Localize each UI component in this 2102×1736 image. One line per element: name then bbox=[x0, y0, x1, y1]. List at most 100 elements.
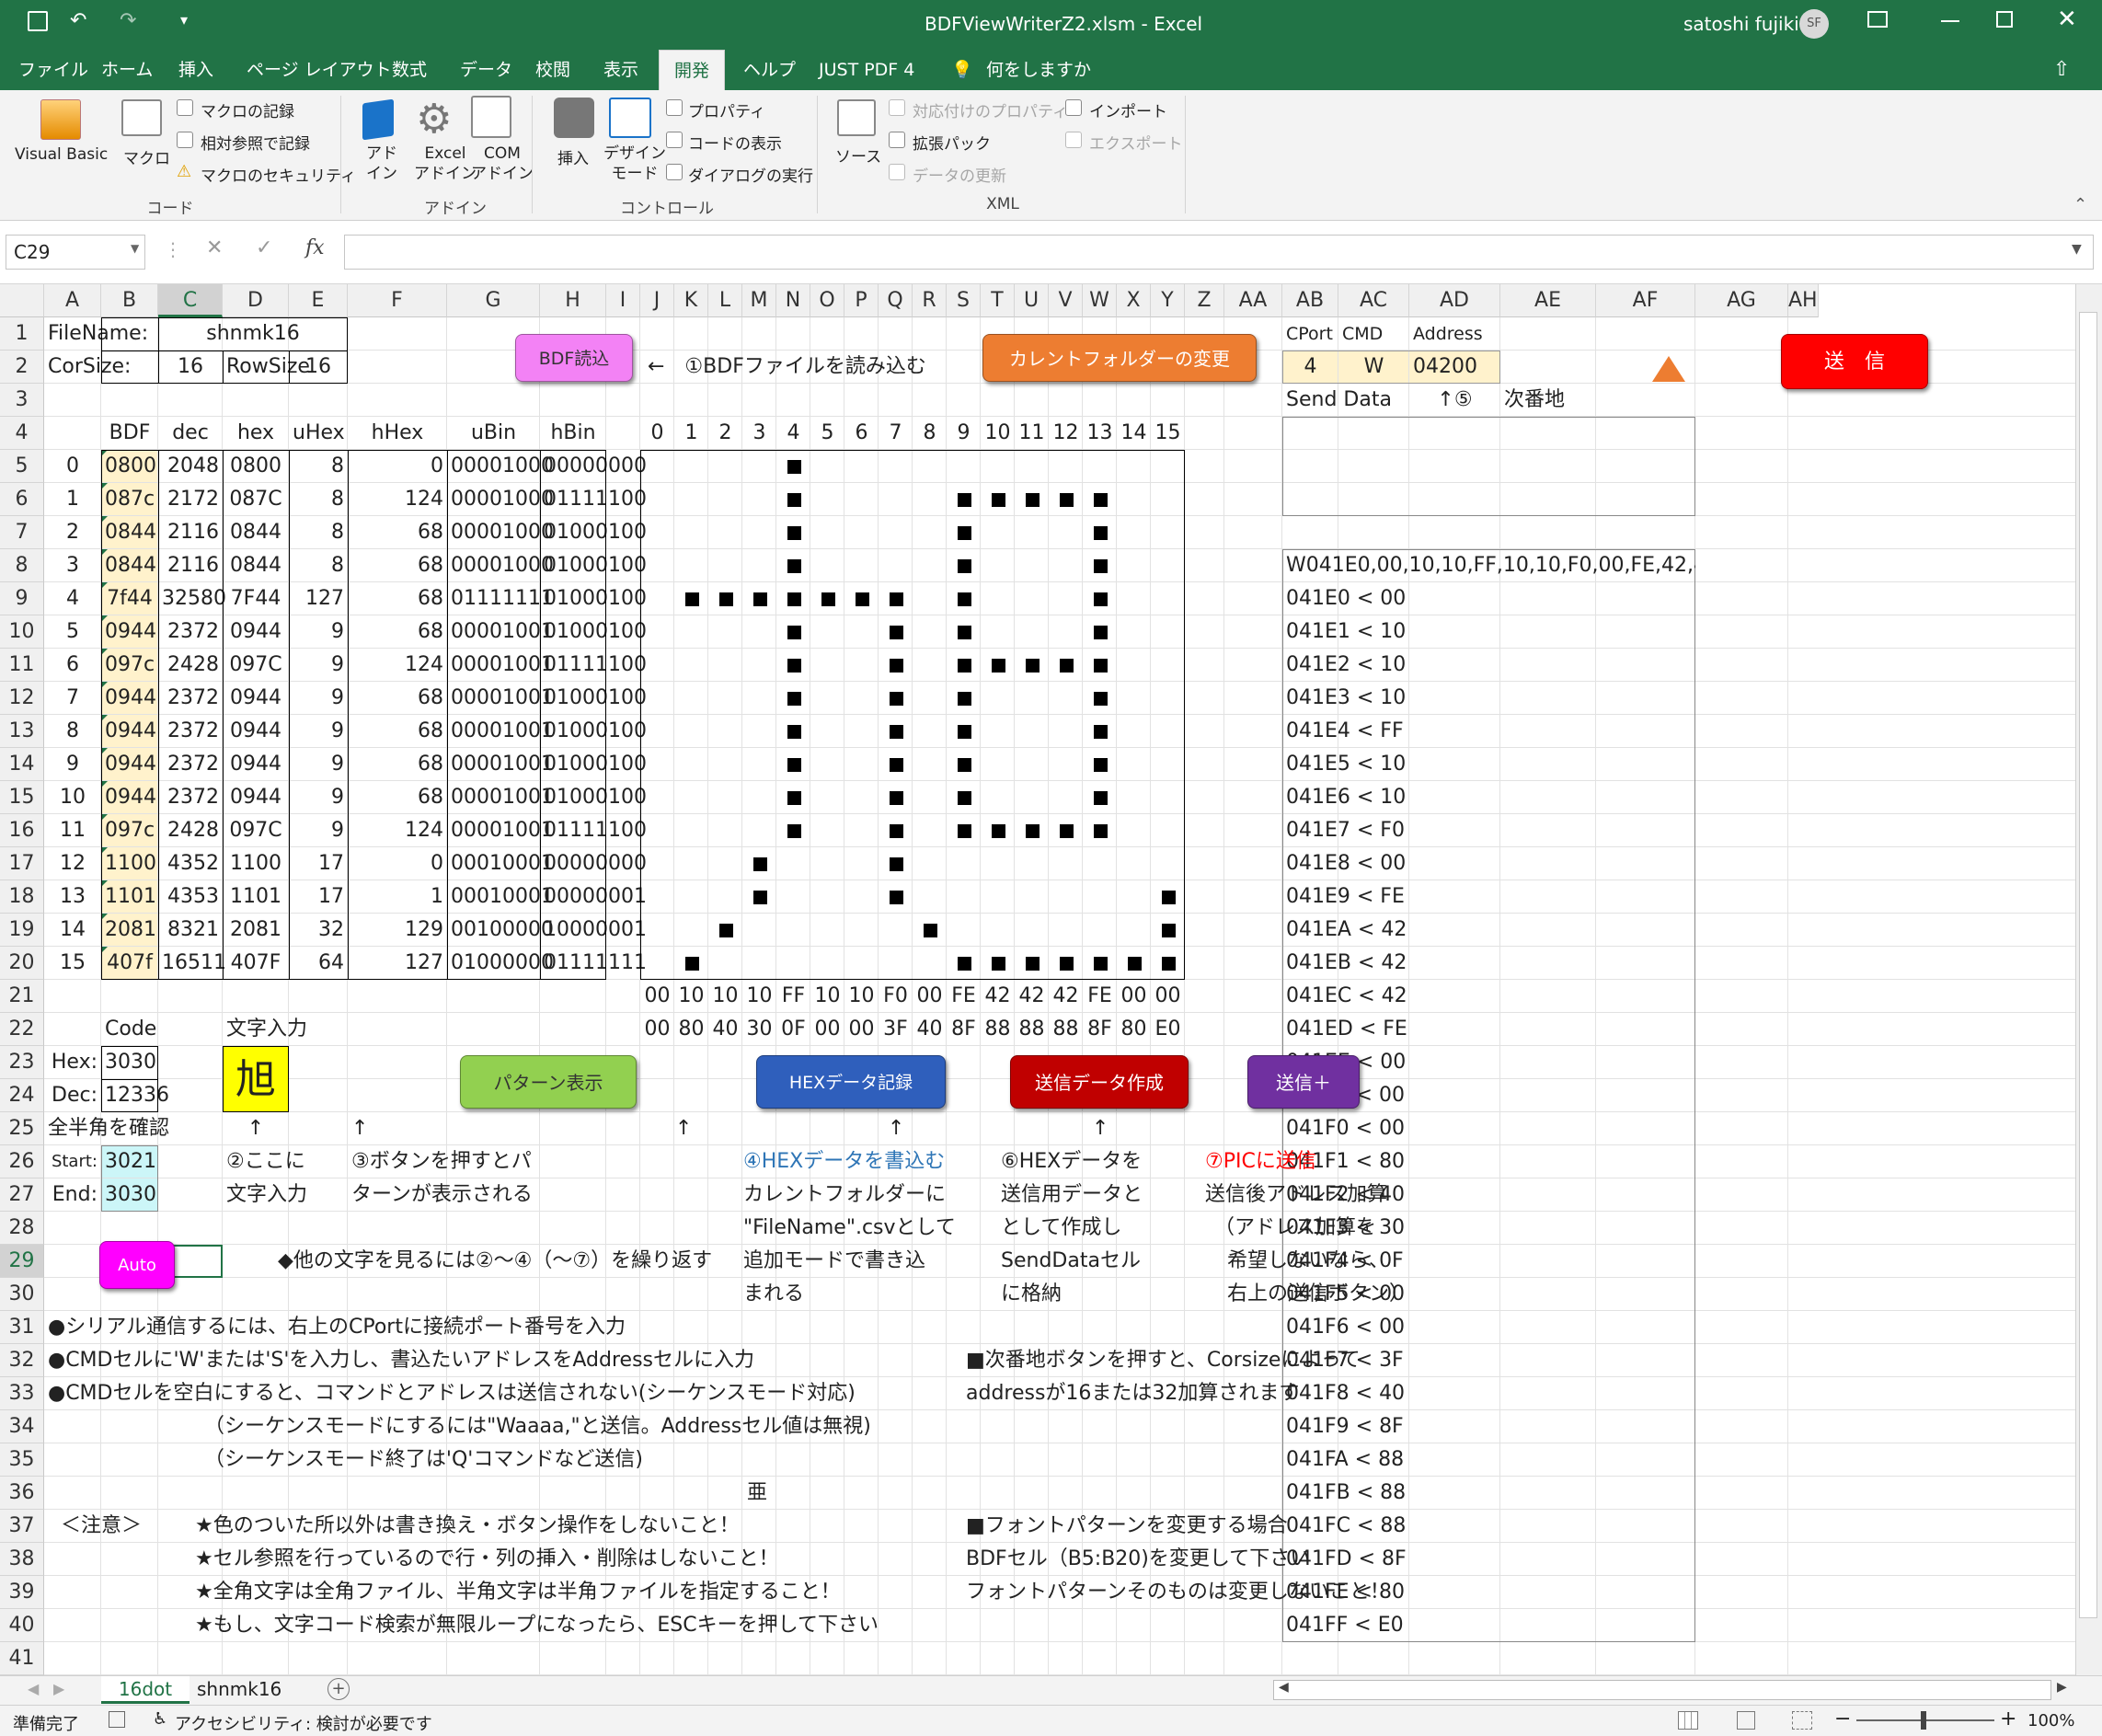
row-header[interactable]: 24 bbox=[0, 1079, 44, 1112]
column-header[interactable]: D bbox=[223, 284, 289, 317]
row-header[interactable]: 7 bbox=[0, 516, 44, 549]
row-header[interactable]: 5 bbox=[0, 450, 44, 483]
tab-help[interactable]: ヘルプ bbox=[743, 50, 796, 90]
scroll-left-icon[interactable]: ◀ bbox=[1279, 1680, 1289, 1695]
add-sheet-icon[interactable]: + bbox=[327, 1678, 350, 1700]
addin-button[interactable]: アド イン bbox=[366, 144, 397, 184]
scroll-right-icon[interactable]: ▶ bbox=[2057, 1680, 2067, 1695]
select-all-corner[interactable] bbox=[0, 284, 44, 317]
row-header[interactable]: 26 bbox=[0, 1145, 44, 1178]
hex-record-button[interactable]: HEXデータ記録 bbox=[756, 1055, 946, 1109]
com-addin-button[interactable]: COM アドイン bbox=[471, 144, 534, 184]
column-header[interactable]: AC bbox=[1338, 284, 1409, 317]
row-header[interactable]: 10 bbox=[0, 615, 44, 649]
row-header[interactable]: 15 bbox=[0, 781, 44, 814]
show-pattern-button[interactable]: パターン表示 bbox=[460, 1055, 637, 1109]
page-break-view-icon[interactable] bbox=[1792, 1711, 1812, 1730]
insert-control-button[interactable]: 挿入 bbox=[557, 145, 589, 168]
row-header[interactable]: 36 bbox=[0, 1477, 44, 1510]
row-header[interactable]: 9 bbox=[0, 582, 44, 615]
maximize-icon[interactable] bbox=[1996, 11, 2013, 28]
name-box[interactable]: C29 bbox=[6, 235, 145, 270]
row-header[interactable]: 19 bbox=[0, 914, 44, 947]
status-accessibility[interactable]: アクセシビリティ: 検討が必要です bbox=[175, 1711, 432, 1735]
row-header[interactable]: 14 bbox=[0, 748, 44, 781]
tab-home[interactable]: ホーム bbox=[101, 50, 153, 90]
row-header[interactable]: 40 bbox=[0, 1609, 44, 1642]
row-header[interactable]: 6 bbox=[0, 483, 44, 516]
redo-icon[interactable]: ↷ bbox=[120, 9, 136, 32]
tab-formulas[interactable]: 数式 bbox=[392, 50, 427, 90]
row-header[interactable]: 37 bbox=[0, 1510, 44, 1543]
column-header[interactable]: Z bbox=[1185, 284, 1224, 317]
tab-file[interactable]: ファイル bbox=[18, 50, 88, 90]
bdf-load-button[interactable]: BDF読込 bbox=[515, 334, 633, 382]
zoom-level[interactable]: 100% bbox=[2027, 1711, 2074, 1730]
column-header[interactable]: AA bbox=[1224, 284, 1282, 317]
import-button[interactable]: インポート bbox=[1089, 98, 1167, 121]
page-layout-view-icon[interactable] bbox=[1737, 1711, 1755, 1730]
column-header[interactable]: C bbox=[158, 284, 223, 317]
name-box-dropdown-icon[interactable]: ▼ bbox=[131, 242, 139, 255]
column-header[interactable]: AG bbox=[1695, 284, 1788, 317]
row-header[interactable]: 31 bbox=[0, 1311, 44, 1344]
column-header[interactable]: N bbox=[776, 284, 810, 317]
row-header[interactable]: 30 bbox=[0, 1278, 44, 1311]
insert-function-icon[interactable]: fx bbox=[305, 236, 325, 259]
cancel-icon[interactable]: ✕ bbox=[206, 236, 223, 259]
ribbon-display-icon[interactable] bbox=[1867, 11, 1888, 28]
close-icon[interactable]: ✕ bbox=[2057, 6, 2077, 33]
column-header[interactable]: K bbox=[674, 284, 708, 317]
row-header[interactable]: 41 bbox=[0, 1642, 44, 1675]
tab-page-layout[interactable]: ページ レイアウト bbox=[247, 50, 392, 90]
undo-icon[interactable]: ↶ bbox=[70, 9, 86, 32]
column-header[interactable]: AH bbox=[1788, 284, 1819, 317]
char-input-cell[interactable]: 旭 bbox=[223, 1046, 289, 1112]
row-header[interactable]: 29 bbox=[0, 1245, 44, 1278]
horizontal-scrollbar[interactable] bbox=[1273, 1680, 2051, 1700]
lightbulb-icon[interactable]: 💡 bbox=[951, 50, 973, 90]
column-header[interactable]: B bbox=[101, 284, 158, 317]
row-header[interactable]: 11 bbox=[0, 649, 44, 682]
formula-input[interactable] bbox=[344, 235, 2094, 270]
row-header[interactable]: 13 bbox=[0, 715, 44, 748]
minimize-icon[interactable] bbox=[1941, 20, 1959, 22]
send-data-box[interactable] bbox=[1282, 417, 1695, 516]
zoom-out-icon[interactable]: − bbox=[1834, 1707, 1851, 1730]
tab-view[interactable]: 表示 bbox=[603, 50, 638, 90]
record-macro-button[interactable]: マクロの記録 bbox=[201, 98, 294, 121]
prev-sheet-icon[interactable]: ◀ bbox=[28, 1680, 39, 1697]
column-header[interactable]: R bbox=[913, 284, 947, 317]
row-header[interactable]: 16 bbox=[0, 814, 44, 847]
tab-developer[interactable]: 開発 bbox=[659, 50, 725, 90]
column-header[interactable]: Y bbox=[1151, 284, 1185, 317]
export-button[interactable]: エクスポート bbox=[1089, 131, 1183, 154]
sheet-tab-16dot[interactable]: 16dot bbox=[101, 1676, 190, 1704]
row-header[interactable]: 8 bbox=[0, 549, 44, 582]
run-dialog-button[interactable]: ダイアログの実行 bbox=[688, 163, 813, 186]
tab-data[interactable]: データ bbox=[460, 50, 512, 90]
row-header[interactable]: 35 bbox=[0, 1443, 44, 1477]
visual-basic-button[interactable]: Visual Basic bbox=[15, 145, 108, 164]
send-plus-button[interactable]: 送信＋ bbox=[1247, 1055, 1360, 1109]
share-icon[interactable]: ⇧ bbox=[2053, 50, 2070, 90]
row-header[interactable]: 23 bbox=[0, 1046, 44, 1079]
column-header[interactable]: X bbox=[1117, 284, 1151, 317]
row-header[interactable]: 17 bbox=[0, 847, 44, 880]
enter-icon[interactable]: ✓ bbox=[256, 236, 272, 259]
view-code-button[interactable]: コードの表示 bbox=[688, 131, 782, 154]
column-header[interactable]: W bbox=[1083, 284, 1117, 317]
column-header[interactable]: AD bbox=[1409, 284, 1500, 317]
refresh-data-button[interactable]: データの更新 bbox=[913, 163, 1006, 186]
column-header[interactable]: AF bbox=[1596, 284, 1695, 317]
avatar[interactable]: SF bbox=[1799, 9, 1829, 39]
column-header[interactable]: AE bbox=[1500, 284, 1596, 317]
row-header[interactable]: 27 bbox=[0, 1178, 44, 1212]
column-header[interactable]: AB bbox=[1282, 284, 1338, 317]
excel-addin-button[interactable]: Excel アドイン bbox=[414, 144, 477, 184]
column-header[interactable]: L bbox=[708, 284, 742, 317]
auto-button[interactable]: Auto bbox=[99, 1241, 175, 1289]
macro-button[interactable]: マクロ bbox=[123, 145, 170, 168]
design-mode-button[interactable]: デザイン モード bbox=[603, 144, 666, 184]
column-header[interactable]: Q bbox=[879, 284, 913, 317]
